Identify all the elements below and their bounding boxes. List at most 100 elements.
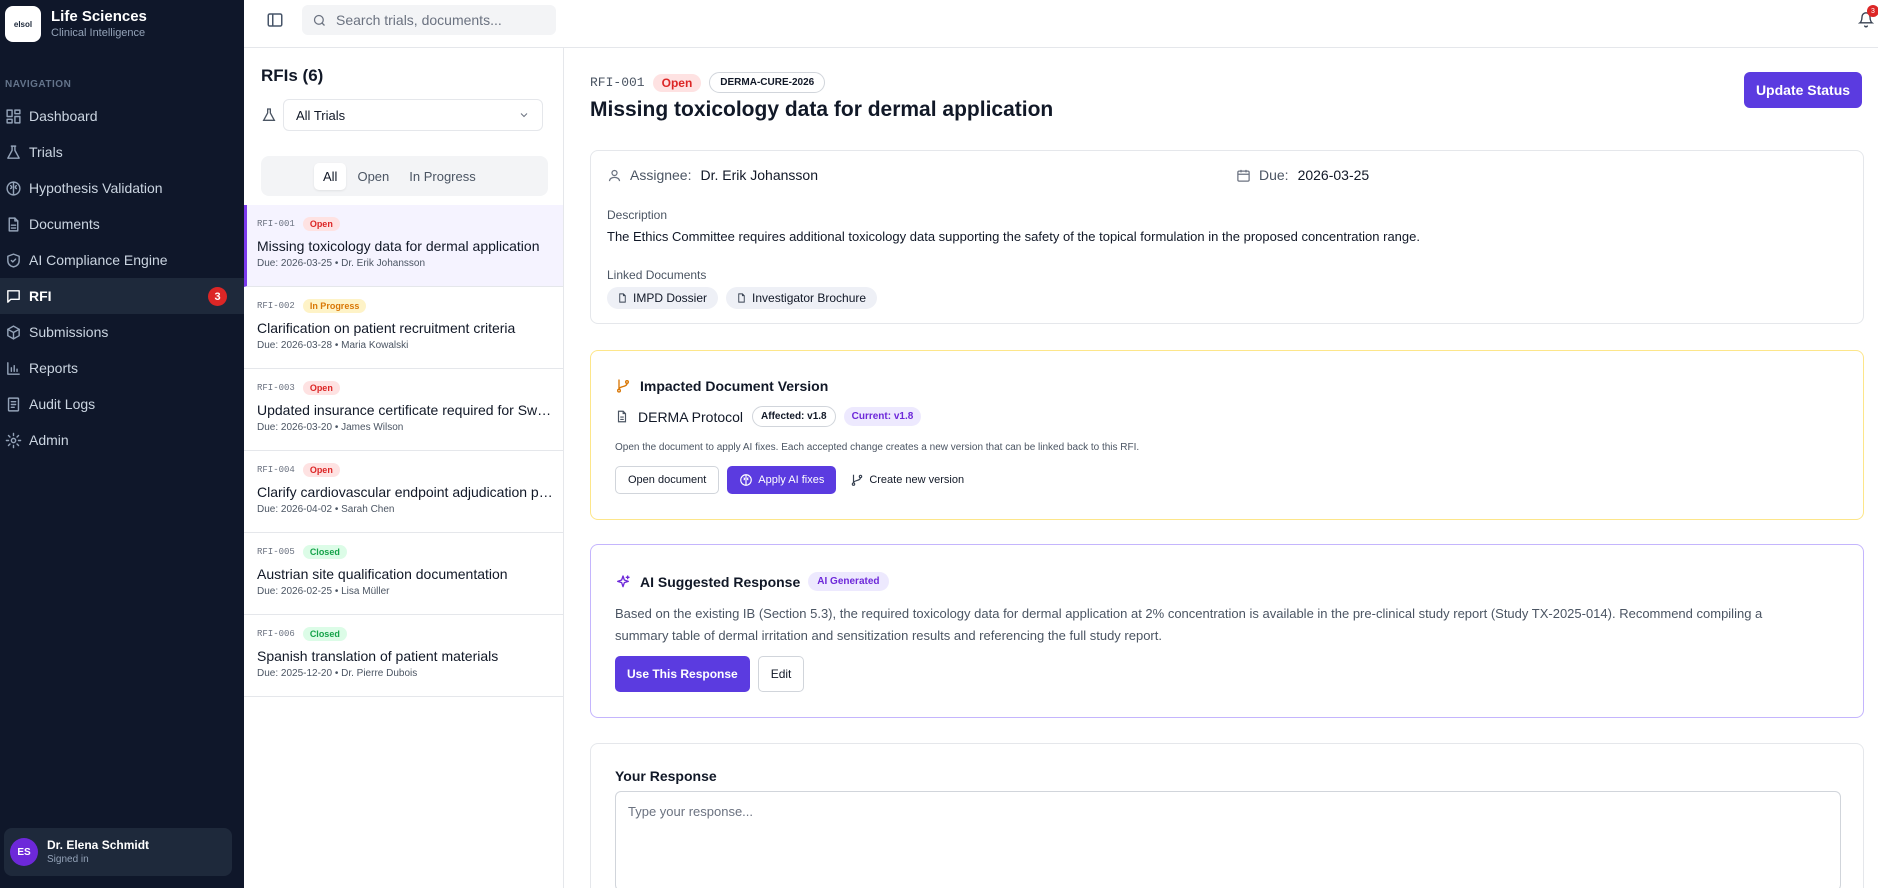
status-badge: Closed bbox=[302, 545, 347, 559]
trial-filter: All Trials bbox=[261, 99, 543, 131]
apply-ai-fixes-button[interactable]: Apply AI fixes bbox=[727, 466, 837, 494]
response-textarea[interactable] bbox=[615, 791, 1841, 888]
list-item[interactable]: RFI-002 In Progress Clarification on pati… bbox=[244, 287, 563, 369]
brain-icon bbox=[740, 474, 753, 486]
user-name: Dr. Elena Schmidt bbox=[47, 837, 150, 852]
package-icon bbox=[7, 324, 20, 340]
list-item[interactable]: RFI-003 Open Updated insurance certificat… bbox=[244, 369, 563, 451]
topbar: 3 bbox=[244, 0, 1878, 48]
calendar-icon bbox=[1237, 169, 1250, 182]
rfi-code: RFI-003 bbox=[257, 383, 295, 393]
flask-icon bbox=[7, 144, 20, 159]
description-label: Description bbox=[607, 208, 668, 222]
list-item[interactable]: RFI-006 Closed Spanish translation of pat… bbox=[244, 615, 563, 697]
tab-all[interactable]: All bbox=[314, 162, 347, 190]
rfi-count-badge: 3 bbox=[208, 287, 227, 306]
sidebar-item-reports[interactable]: Reports bbox=[0, 350, 244, 386]
sidebar-item-documents[interactable]: Documents bbox=[0, 206, 244, 242]
rfi-code: RFI-001 bbox=[257, 219, 295, 229]
protocol-row: DERMA Protocol Affected: v1.8 Current: v… bbox=[615, 406, 929, 427]
sidebar-toggle-button[interactable] bbox=[266, 11, 286, 31]
rfi-due: Due: 2026-03-28 • Maria Kowalski bbox=[257, 340, 409, 351]
status-tabs: All Open In Progress bbox=[261, 156, 548, 196]
brand-subtitle: Clinical Intelligence bbox=[51, 27, 146, 39]
detail-code: RFI-001 bbox=[590, 75, 645, 90]
status-badge: Open bbox=[302, 381, 340, 395]
status-badge: Open bbox=[302, 217, 340, 231]
impact-note: Open the document to apply AI fixes. Eac… bbox=[615, 442, 1140, 453]
edit-button[interactable]: Edit bbox=[757, 656, 805, 692]
rfi-info-card: Assignee: Dr. Erik Johansson Due: 2026-0… bbox=[590, 150, 1864, 324]
linked-doc-impd-dossier[interactable]: IMPD Dossier bbox=[607, 287, 719, 309]
search-icon bbox=[313, 14, 325, 26]
document-icon bbox=[738, 293, 745, 303]
user-icon bbox=[608, 169, 621, 181]
status-badge: Open bbox=[302, 463, 340, 477]
tab-in-progress[interactable]: In Progress bbox=[400, 163, 484, 190]
rfi-list-title: RFIs (6) bbox=[261, 66, 324, 85]
update-status-button[interactable]: Update Status bbox=[1744, 72, 1862, 108]
tab-open[interactable]: Open bbox=[348, 163, 398, 190]
description-text: The Ethics Committee requires additional… bbox=[607, 229, 1420, 244]
ai-actions: Use This Response Edit bbox=[615, 656, 805, 692]
rfi-detail: RFI-001 Open DERMA-CURE-2026 Missing tox… bbox=[564, 48, 1878, 888]
notification-badge: 3 bbox=[1867, 5, 1878, 17]
document-icon bbox=[617, 410, 627, 423]
rfi-due: Due: 2026-02-25 • Lisa Müller bbox=[257, 586, 390, 597]
trial-select[interactable]: All Trials bbox=[283, 99, 543, 131]
git-branch-icon bbox=[617, 379, 629, 393]
open-document-button[interactable]: Open document bbox=[615, 466, 720, 494]
sidebar-item-ai-compliance-engine[interactable]: AI Compliance Engine bbox=[0, 242, 244, 278]
status-badge: In Progress bbox=[302, 299, 367, 313]
rfi-title: Clarification on patient recruitment cri… bbox=[257, 320, 516, 336]
search-bar[interactable] bbox=[302, 5, 556, 35]
rfi-title: Missing toxicology data for dermal appli… bbox=[257, 238, 540, 254]
sidebar-item-submissions[interactable]: Submissions bbox=[0, 314, 244, 350]
rfi-list-panel: RFIs (6) All Trials All Open In Progress… bbox=[244, 48, 564, 888]
rfi-due: Due: 2026-04-02 • Sarah Chen bbox=[257, 504, 395, 515]
list-item[interactable]: RFI-004 Open Clarify cardiovascular endpo… bbox=[244, 451, 563, 533]
brand-logo: elsol bbox=[5, 6, 41, 42]
create-new-version-button[interactable]: Create new version bbox=[850, 473, 964, 487]
ai-suggested-response-card: AI Suggested Response AI Generated Based… bbox=[590, 544, 1864, 718]
sidebar-toggle-icon bbox=[267, 13, 283, 27]
search-input[interactable] bbox=[336, 12, 546, 28]
impacted-document-title: Impacted Document Version bbox=[615, 378, 828, 394]
flask-icon bbox=[262, 108, 276, 121]
linked-doc-investigator-brochure[interactable]: Investigator Brochure bbox=[726, 287, 878, 309]
page-title: Missing toxicology data for dermal appli… bbox=[590, 98, 1054, 121]
avatar: ES bbox=[10, 838, 38, 866]
user-status: Signed in bbox=[47, 853, 89, 865]
sidebar-item-trials[interactable]: Trials bbox=[0, 134, 244, 170]
bar-chart-icon bbox=[7, 361, 20, 375]
impacted-document-card: Impacted Document Version DERMA Protocol… bbox=[590, 350, 1864, 520]
notifications-button[interactable]: 3 bbox=[1857, 5, 1878, 31]
status-badge: Open bbox=[652, 73, 702, 92]
user-card[interactable]: ES Dr. Elena Schmidt Signed in bbox=[4, 828, 232, 876]
gear-icon bbox=[5, 432, 22, 448]
current-version-badge: Current: v1.8 bbox=[843, 407, 922, 426]
ai-response-title: AI Suggested Response AI Generated bbox=[615, 572, 889, 591]
rfi-title: Clarify cardiovascular endpoint adjudica… bbox=[257, 484, 553, 500]
sidebar-item-dashboard[interactable]: Dashboard bbox=[0, 98, 244, 134]
document-icon bbox=[8, 216, 19, 232]
due-field: Due: 2026-03-25 bbox=[1236, 167, 1369, 183]
dashboard-icon bbox=[6, 108, 21, 124]
document-icon bbox=[619, 293, 626, 303]
rfi-code: RFI-004 bbox=[257, 465, 295, 475]
trial-chip: DERMA-CURE-2026 bbox=[709, 72, 826, 93]
use-this-response-button[interactable]: Use This Response bbox=[615, 656, 750, 692]
nav-heading: NAVIGATION bbox=[5, 79, 72, 90]
list-item[interactable]: RFI-005 Closed Austrian site qualificatio… bbox=[244, 533, 563, 615]
rfi-due: Due: 2025-12-20 • Dr. Pierre Dubois bbox=[257, 668, 418, 679]
sidebar-item-hypothesis-validation[interactable]: Hypothesis Validation bbox=[0, 170, 244, 206]
impact-actions: Open document Apply AI fixes Create new … bbox=[615, 466, 964, 494]
list-item[interactable]: RFI-001 Open Missing toxicology data for … bbox=[244, 205, 563, 287]
sidebar-item-audit-logs[interactable]: Audit Logs bbox=[0, 386, 244, 422]
sidebar-item-admin[interactable]: Admin bbox=[0, 422, 244, 458]
message-icon bbox=[7, 289, 20, 303]
brand[interactable]: elsol Life Sciences Clinical Intelligenc… bbox=[5, 6, 147, 42]
rfi-code: RFI-002 bbox=[257, 301, 295, 311]
nav-menu: Dashboard Trials Hypothesis Validation D… bbox=[0, 98, 244, 458]
sidebar-item-rfi[interactable]: RFI 3 bbox=[0, 278, 244, 314]
